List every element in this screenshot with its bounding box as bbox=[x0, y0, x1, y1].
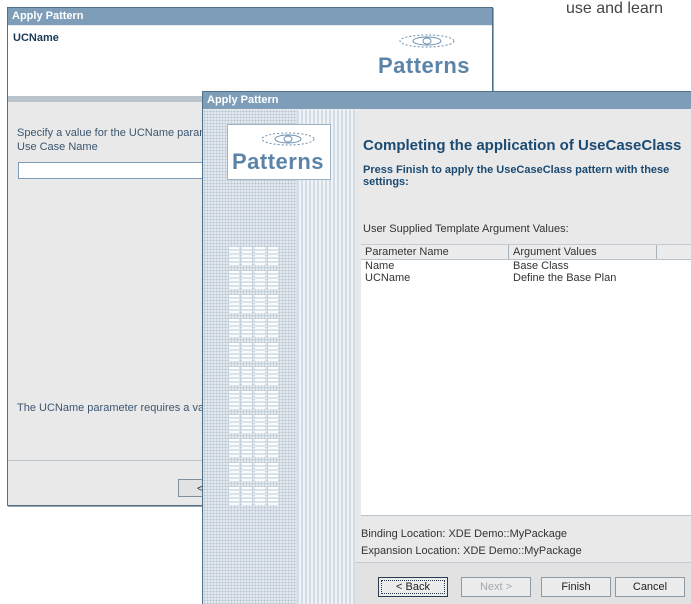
header-title: UCName bbox=[13, 32, 59, 44]
patterns-logo-box: Patterns bbox=[227, 124, 331, 180]
page-subtitle: Press Finish to apply the UseCaseClass p… bbox=[363, 164, 670, 188]
table-header: Parameter Name Argument Values bbox=[361, 245, 691, 260]
front-dialog-title[interactable]: Apply Pattern bbox=[203, 92, 691, 109]
side-panel-stripes bbox=[297, 110, 355, 604]
patterns-logo-text: Patterns bbox=[232, 149, 325, 174]
use-case-name-label: Use Case Name bbox=[17, 141, 98, 153]
decorative-glyphs bbox=[229, 247, 289, 511]
table-cell-argument[interactable]: Base Class bbox=[513, 260, 569, 272]
table-cell-parameter[interactable]: UCName bbox=[365, 272, 410, 284]
arguments-table[interactable]: Parameter Name Argument Values Name Base… bbox=[361, 244, 691, 515]
column-header-argument[interactable]: Argument Values bbox=[509, 245, 657, 259]
cancel-button[interactable]: Cancel bbox=[615, 577, 685, 597]
expansion-location: Expansion Location: XDE Demo::MyPackage bbox=[361, 545, 582, 557]
patterns-logo-icon bbox=[399, 34, 455, 48]
finish-button[interactable]: Finish bbox=[541, 577, 611, 597]
arguments-section-label: User Supplied Template Argument Values: bbox=[363, 223, 569, 235]
page-title: Completing the application of UseCaseCla… bbox=[363, 137, 682, 154]
back-button[interactable]: < Back bbox=[378, 577, 448, 597]
patterns-logo bbox=[392, 32, 462, 55]
prompt-text: Specify a value for the UCName paramete bbox=[17, 127, 224, 139]
back-dialog-title[interactable]: Apply Pattern bbox=[8, 8, 492, 25]
table-cell-parameter[interactable]: Name bbox=[365, 260, 394, 272]
binding-location: Binding Location: XDE Demo::MyPackage bbox=[361, 528, 568, 540]
patterns-logo-icon bbox=[261, 132, 315, 146]
next-button[interactable]: Next > bbox=[461, 577, 531, 597]
patterns-logo-text: Patterns bbox=[378, 53, 471, 78]
requirement-text: The UCName parameter requires a value c bbox=[17, 402, 228, 414]
column-header-parameter[interactable]: Parameter Name bbox=[361, 245, 509, 259]
background-text: use and learn bbox=[566, 0, 663, 17]
table-cell-argument[interactable]: Define the Base Plan bbox=[513, 272, 616, 284]
wizard-content: Completing the application of UseCaseCla… bbox=[355, 110, 691, 604]
divider bbox=[361, 515, 691, 516]
button-bar: < Back Next > Finish Cancel bbox=[355, 562, 691, 604]
front-dialog-window: Apply Pattern Patterns Completing the ap… bbox=[202, 91, 691, 604]
